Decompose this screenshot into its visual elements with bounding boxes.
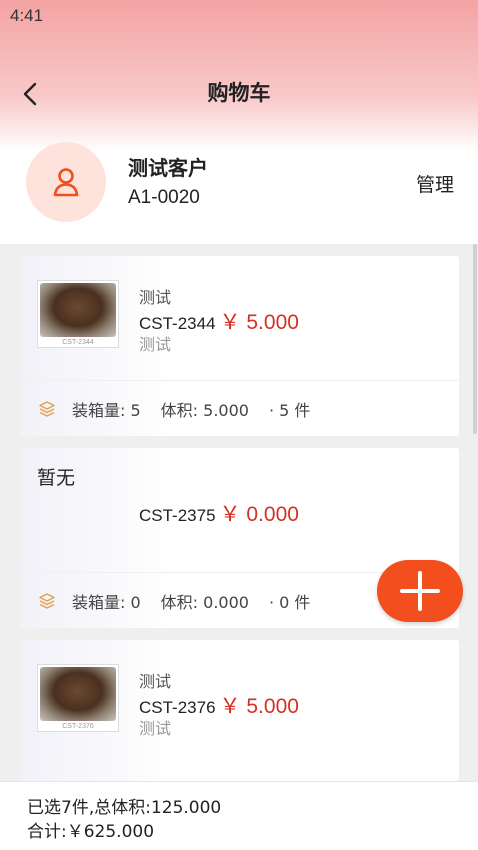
person-icon	[53, 168, 79, 197]
page-title: 购物车	[207, 81, 271, 105]
layers-icon	[39, 400, 55, 417]
selected-summary: 已选7件,总体积:125.000	[27, 798, 222, 818]
layers-icon	[39, 592, 55, 609]
packing-quantity: 装箱量: 0	[72, 592, 141, 612]
cart-item-card[interactable]: CST-2344 测试 CST-2344 ￥ 5.000 测试 装箱量: 5 体积…	[20, 256, 459, 436]
volume: 体积: 5.000	[160, 400, 249, 420]
product-code: CST-2375	[139, 506, 216, 525]
product-subtitle: 测试	[139, 719, 172, 738]
item-count: · 0 件	[268, 592, 311, 612]
no-image-text: 暂无	[37, 467, 76, 489]
product-image: CST-2344	[37, 280, 119, 348]
scrollbar[interactable]	[473, 244, 477, 434]
product-price: ￥ 5.000	[219, 311, 299, 334]
add-button[interactable]	[377, 560, 463, 622]
status-time: 4:41	[10, 6, 44, 25]
product-image-caption: CST-2376	[62, 723, 94, 730]
cart-item-card[interactable]: CST-2376 测试 CST-2376 ￥ 5.000 测试	[20, 640, 459, 781]
product-price: ￥ 0.000	[219, 503, 299, 526]
plus-icon	[400, 571, 440, 611]
volume: 体积: 0.000	[160, 592, 249, 612]
product-name: 测试	[139, 672, 172, 691]
customer-code: A1-0020	[128, 187, 200, 208]
item-count: · 5 件	[268, 400, 311, 420]
product-image-caption: CST-2344	[62, 339, 94, 346]
avatar	[26, 142, 106, 222]
product-name: 测试	[139, 288, 172, 307]
product-photo	[40, 283, 116, 337]
product-subtitle: 测试	[139, 335, 172, 354]
card-footer: 装箱量: 5 体积: 5.000 · 5 件	[20, 380, 459, 436]
customer-name: 测试客户	[128, 156, 208, 180]
product-image: CST-2376	[37, 664, 119, 732]
total-amount: 合计:￥625.000	[27, 822, 155, 842]
packing-quantity: 装箱量: 5	[72, 400, 141, 420]
product-photo	[40, 667, 116, 721]
manage-button[interactable]: 管理	[416, 170, 454, 197]
product-code-line: CST-2375 ￥ 0.000	[139, 498, 299, 528]
summary-bar: 已选7件,总体积:125.000 合计:￥625.000	[0, 781, 478, 850]
product-price: ￥ 5.000	[219, 695, 299, 718]
